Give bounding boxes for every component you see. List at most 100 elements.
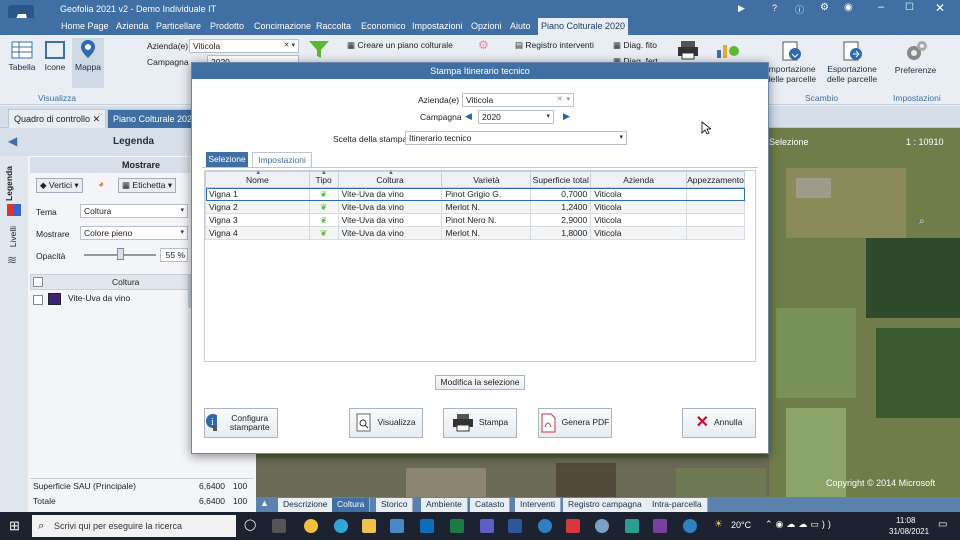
menu-opzioni[interactable]: Opzioni [468, 18, 505, 35]
printer-icon[interactable] [676, 39, 700, 61]
icone-button[interactable]: Icone [40, 40, 70, 72]
menu-home[interactable]: Home Page [58, 18, 112, 35]
taskbar-app-icon[interactable] [272, 519, 286, 533]
etichetta-button[interactable]: ▦ Etichetta ▾ [118, 178, 177, 193]
help-icon[interactable]: ? [772, 3, 777, 13]
collapse-left-icon[interactable]: ◀ [8, 134, 17, 148]
prev-year-icon[interactable]: ◀ [462, 110, 475, 123]
table-row[interactable]: Vigna 4 ❦ Vite-Uva da vino Merlot N. 1,8… [205, 226, 746, 240]
table-row[interactable]: Vigna 2 ❦ Vite-Uva da vino Merlot N. 1,2… [205, 200, 746, 214]
dialog-azienda-select[interactable]: Viticola ✕ ▾ [462, 93, 574, 107]
esportazione-button[interactable]: Esportazione delle parcelle [822, 40, 882, 84]
btab-catasto[interactable]: Catasto [470, 498, 511, 512]
genera-pdf-button[interactable]: Genera PDF [538, 408, 612, 438]
bike-icon[interactable]: ⚙ [478, 38, 489, 52]
opacity-slider-thumb[interactable] [117, 248, 124, 260]
menu-azienda[interactable]: Azienda [113, 18, 152, 35]
btab-ambiente[interactable]: Ambiente [421, 498, 468, 512]
geofolia-taskbar-icon[interactable] [595, 519, 609, 533]
tab-impostazioni[interactable]: Impostazioni [252, 152, 312, 167]
modifica-selezione-button[interactable]: Modifica la selezione [435, 375, 525, 390]
col-azienda[interactable]: Azienda [590, 171, 687, 188]
info-icon[interactable]: ⓘ [795, 3, 804, 16]
stampa-button[interactable]: Stampa [443, 408, 517, 438]
outlook-icon[interactable] [420, 519, 434, 533]
btab-interventi[interactable]: Interventi [515, 498, 561, 512]
table-row[interactable]: Vigna 1 ❦ Vite-Uva da vino Pinot Grigio … [205, 187, 746, 201]
menu-raccolta[interactable]: Raccolta [313, 18, 354, 35]
pie-icon[interactable]: ◕ [98, 179, 104, 190]
task-view-icon[interactable]: ◯ [244, 518, 256, 531]
app-icon[interactable] [625, 519, 639, 533]
minimize-icon[interactable]: – [878, 1, 884, 13]
play-icon[interactable]: ▶ [738, 3, 745, 14]
chart-icon[interactable] [714, 40, 740, 60]
excel-icon[interactable] [450, 519, 464, 533]
registro-interventi-button[interactable]: ▤ Registro interventi [515, 40, 594, 51]
ribbon-azienda-select[interactable]: Viticola ✕ ▾ [189, 39, 299, 53]
preferenze-button[interactable]: Preferenze [893, 39, 938, 75]
tabella-button[interactable]: Tabella [6, 40, 38, 72]
mostrare-select[interactable]: Colore pieno ▾ [80, 226, 188, 240]
dialog-campagna-select[interactable]: 2020 ▾ [478, 110, 554, 124]
menu-particellare[interactable]: Particellare [153, 18, 204, 35]
zoom-icon[interactable]: ⌕ [919, 216, 925, 227]
tab-quadro-controllo[interactable]: Quadro di controllo ✕ [8, 109, 107, 128]
tab-selezione[interactable]: Selezione [206, 152, 248, 167]
importazione-button[interactable]: Importazione delle parcelle [764, 40, 818, 84]
menu-prodotto[interactable]: Prodotto [207, 18, 247, 35]
next-year-icon[interactable]: ▶ [560, 110, 573, 123]
crea-piano-button[interactable]: ▦ Creare un piano colturale [347, 40, 453, 51]
col-tipo[interactable]: ▲ Tipo [308, 170, 339, 188]
menu-aiuto[interactable]: Aiuto [507, 18, 534, 35]
expand-up-icon[interactable]: ▲ [260, 498, 269, 508]
store-icon[interactable] [390, 519, 404, 533]
tray-icons[interactable]: ⌃◉☁☁▭)) [765, 519, 834, 530]
edge-icon[interactable] [334, 519, 348, 533]
file-explorer-icon[interactable] [362, 519, 376, 533]
col-nome[interactable]: ▲ Nome [205, 170, 310, 188]
row-checkbox[interactable] [33, 295, 43, 305]
vertici-button[interactable]: ◆ Vertici ▾ [36, 178, 83, 193]
menu-impostazioni[interactable]: Impostazioni [409, 18, 466, 35]
btab-storico[interactable]: Storico [376, 498, 414, 512]
header-checkbox[interactable] [33, 277, 43, 287]
taskbar-app-icon[interactable] [304, 519, 318, 533]
help-app-icon[interactable] [683, 519, 697, 533]
mappa-button[interactable]: Mappa [72, 38, 104, 88]
windows-start-icon[interactable]: ⊞ [9, 518, 20, 534]
col-superficie[interactable]: Superficie total [530, 171, 592, 188]
word-icon[interactable] [508, 519, 522, 533]
close-icon[interactable]: ✕ [935, 1, 945, 15]
tab-close-icon[interactable]: ✕ [93, 114, 101, 124]
col-appezzamento[interactable]: Appezzamento [685, 171, 746, 188]
app-icon[interactable] [566, 519, 580, 533]
btab-descrizione[interactable]: Descrizione [278, 498, 334, 512]
weather-icon[interactable]: ☀ [714, 519, 723, 530]
menu-economico[interactable]: Economico [358, 18, 409, 35]
onenote-icon[interactable] [653, 519, 667, 533]
btab-registro-campagna[interactable]: Registro campagna [563, 498, 648, 512]
side-tab-livelli[interactable]: Livelli [8, 226, 18, 247]
maximize-icon[interactable]: ☐ [905, 2, 914, 13]
table-row[interactable]: Vigna 3 ❦ Vite-Uva da vino Pinot Nero N.… [205, 213, 746, 227]
notification-icon[interactable]: ▭ [938, 519, 947, 530]
diag-fito-button[interactable]: ▦ Diag. fito [613, 40, 657, 51]
user-icon[interactable]: ◉ [844, 2, 853, 13]
annulla-button[interactable]: ✕ Annulla [682, 408, 756, 438]
settings-icon[interactable]: ⚙ [820, 2, 829, 13]
taskbar-search[interactable]: ⌕ Scrivi qui per eseguire la ricerca [32, 515, 236, 537]
btab-intra-parcella[interactable]: Intra-parcella [647, 498, 708, 512]
filter-icon[interactable] [307, 39, 331, 59]
btab-coltura[interactable]: Coltura [332, 498, 371, 512]
opacita-value[interactable]: 55 % [160, 248, 188, 262]
menu-concimazione[interactable]: Concimazione [251, 18, 314, 35]
col-coltura[interactable]: ▲ Coltura [337, 170, 443, 188]
menu-piano-colturale[interactable]: Piano Colturale 2020 [538, 18, 629, 35]
side-tab-legenda[interactable]: Legenda [4, 166, 14, 201]
scelta-stampa-select[interactable]: Itinerario tecnico ▾ [405, 131, 627, 145]
tema-select[interactable]: Coltura ▾ [80, 204, 188, 218]
visualizza-button[interactable]: Visualizza [349, 408, 423, 438]
col-varieta[interactable]: Varietà [441, 171, 532, 188]
app-icon[interactable] [538, 519, 552, 533]
